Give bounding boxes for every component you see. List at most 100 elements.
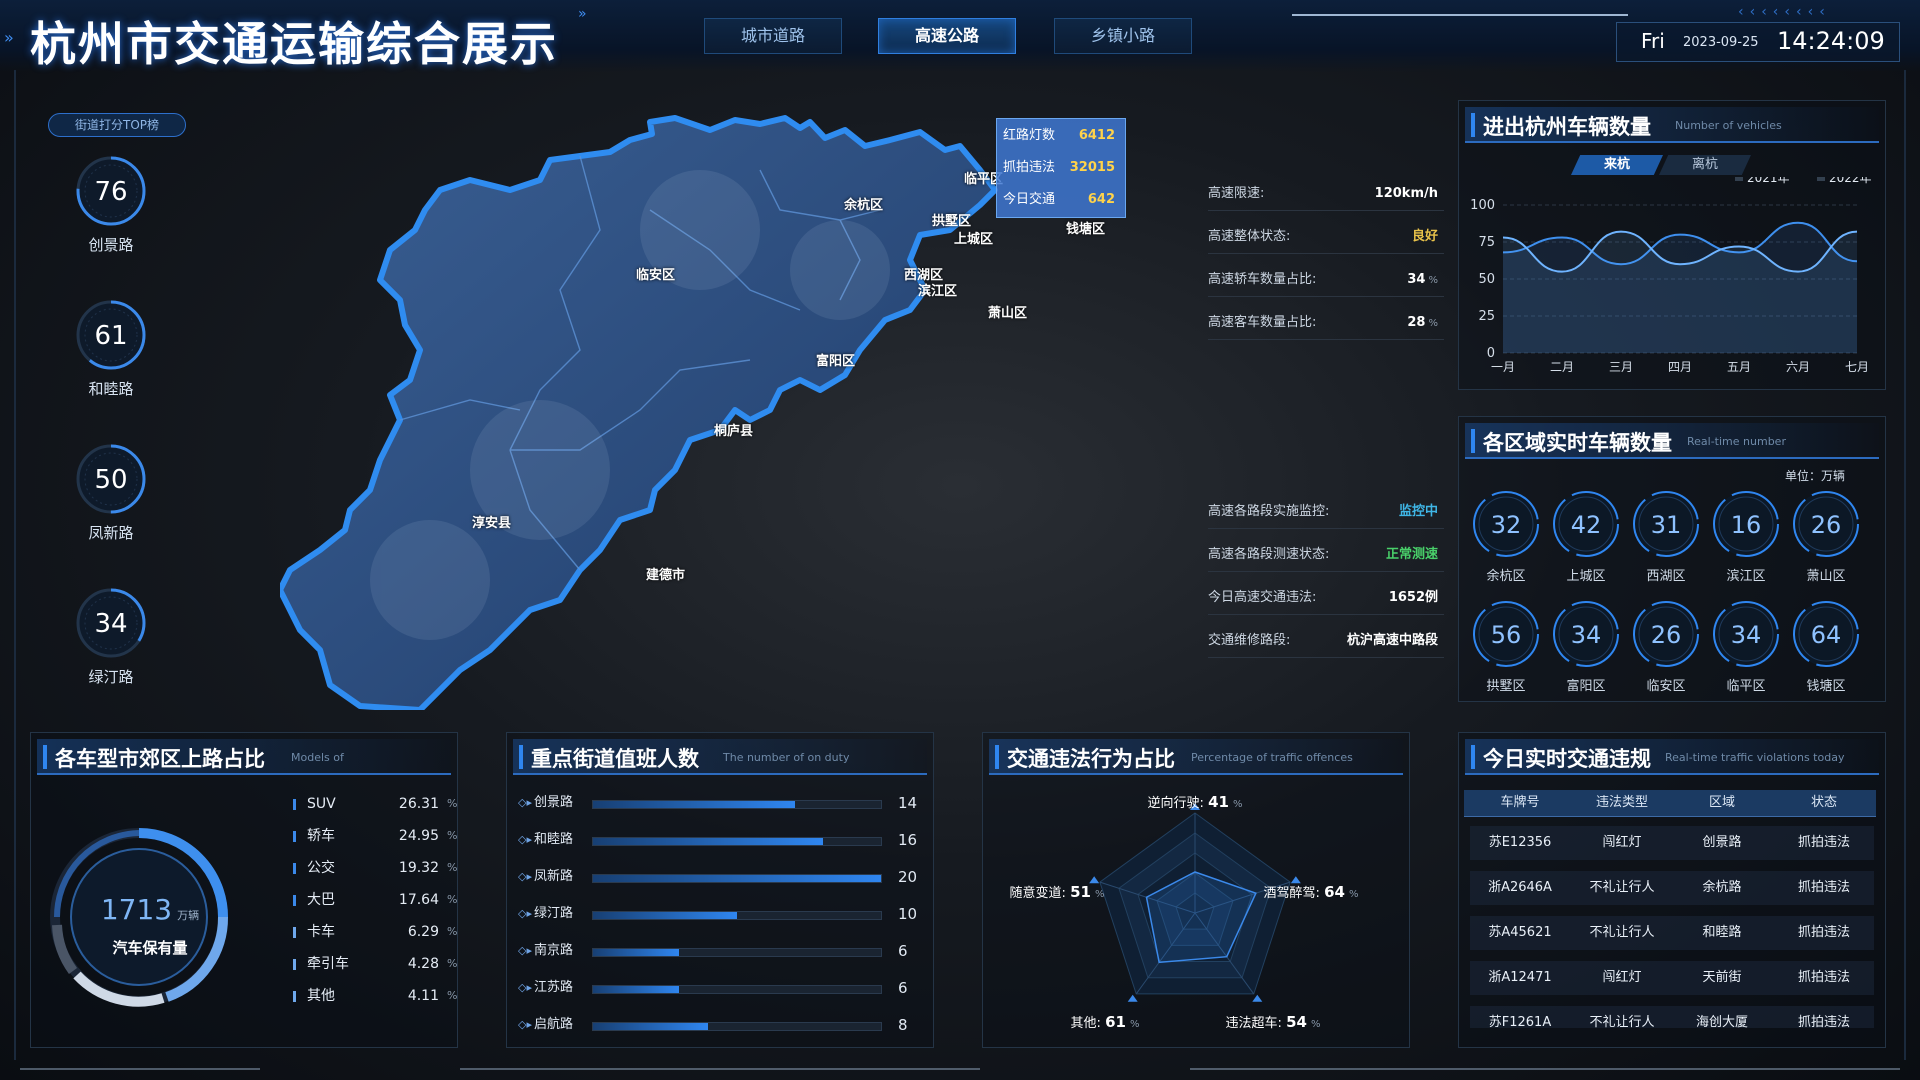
- region-item[interactable]: 16 滨江区: [1711, 489, 1781, 584]
- duty-bar-track: [592, 1022, 882, 1031]
- share-percent: 19.32: [398, 860, 439, 876]
- panel-subtitle: Real-time traffic violations today: [1665, 751, 1845, 764]
- share-percent: 6.29: [407, 924, 439, 940]
- info-value: 杭沪高速中路段: [1346, 633, 1438, 648]
- radar-tip-icon: [1127, 994, 1138, 1002]
- duty-value: 14: [898, 794, 918, 812]
- map-district-label[interactable]: 萧山区: [988, 302, 1027, 321]
- cell-area: 余杭路: [1702, 880, 1742, 895]
- panel-subtitle: Percentage of traffic offences: [1191, 751, 1353, 764]
- panel-title-bar: 重点街道值班人数 The number of on duty: [513, 739, 927, 775]
- share-unit: %: [447, 861, 458, 874]
- region-item[interactable]: 56 拱墅区: [1471, 599, 1541, 694]
- share-unit: %: [447, 989, 458, 1002]
- ranking-tag[interactable]: 街道打分TOP榜: [48, 113, 186, 137]
- ranking-item[interactable]: 34 绿汀路: [74, 586, 154, 687]
- info-label: 交通维修路段:: [1208, 633, 1291, 648]
- map-district-label[interactable]: 拱墅区: [932, 210, 971, 229]
- radar-tip-icon: [1290, 876, 1301, 884]
- title-accent: [995, 745, 999, 769]
- radar-label: 违法超车: 54%: [1226, 1013, 1321, 1031]
- region-item[interactable]: 34 富阳区: [1551, 599, 1621, 694]
- radar-label: 逆向行驶: 41%: [1148, 793, 1243, 811]
- datetime-box: Fri 2023-09-25 14:24:09: [1616, 22, 1900, 62]
- map-district-label[interactable]: 淳安县: [472, 512, 511, 531]
- share-unit: %: [447, 925, 458, 938]
- map-district-label[interactable]: 临安区: [636, 264, 675, 283]
- ranking-item[interactable]: 61 和睦路: [74, 298, 154, 399]
- region-value: 16: [1731, 511, 1762, 539]
- panel-subtitle: Real-time number: [1687, 435, 1786, 448]
- map-district-label[interactable]: 余杭区: [844, 194, 883, 213]
- map-district-label[interactable]: 建德市: [646, 564, 685, 583]
- duty-bar-track: [592, 948, 882, 957]
- tab-highway[interactable]: 高速公路: [878, 18, 1016, 54]
- share-row: 卡车 6.29%: [281, 917, 461, 947]
- table-row[interactable]: 苏F1261A 不礼让行人 海创大厦 抓拍违法: [1470, 1006, 1874, 1028]
- table-row[interactable]: 浙A2646A 不礼让行人 余杭路 抓拍违法: [1470, 871, 1874, 905]
- x-tick-label: 二月: [1550, 360, 1574, 374]
- panel-subtitle: The number of on duty: [723, 751, 850, 764]
- map-district-label[interactable]: 上城区: [954, 228, 993, 247]
- duty-bar-fill: [593, 986, 680, 993]
- panel-title: 交通违法行为占比: [1007, 747, 1175, 771]
- region-item[interactable]: 64 钱塘区: [1791, 599, 1861, 694]
- ranking-item[interactable]: 50 凤新路: [74, 442, 154, 543]
- y-tick-label: 100: [1470, 198, 1495, 213]
- share-marker: [293, 895, 296, 906]
- map-district-label[interactable]: 桐庐县: [714, 420, 753, 439]
- region-item[interactable]: 31 西湖区: [1631, 489, 1701, 584]
- ranking-item[interactable]: 76 创景路: [74, 154, 154, 255]
- region-value: 32: [1491, 511, 1522, 539]
- table-row[interactable]: 苏E12356 闯红灯 创景路 抓拍违法: [1470, 826, 1874, 860]
- region-item[interactable]: 26 萧山区: [1791, 489, 1861, 584]
- y-tick-label: 0: [1487, 346, 1495, 361]
- ranking-value: 34: [94, 609, 127, 639]
- panel-title-bar: 交通违法行为占比 Percentage of traffic offences: [989, 739, 1403, 775]
- cell-status: 抓拍违法: [1797, 835, 1850, 850]
- tooltip-row: 今日交通 642: [1003, 185, 1123, 215]
- tab-city-road[interactable]: 城市道路: [704, 18, 842, 54]
- share-marker: [293, 959, 296, 970]
- region-item[interactable]: 42 上城区: [1551, 489, 1621, 584]
- map-district-label[interactable]: 钱塘区: [1066, 218, 1105, 237]
- tooltip-value: 642: [1087, 192, 1115, 207]
- duty-bar-fill: [593, 1023, 709, 1030]
- panel-subtitle: Models of: [291, 751, 344, 764]
- cell-status: 抓拍违法: [1797, 970, 1850, 985]
- col-plate: 车牌号: [1500, 795, 1540, 810]
- arrow-icon: ◇▸: [518, 870, 532, 883]
- total-value: 1713 万辆: [95, 893, 205, 926]
- cell-plate: 苏F1261A: [1488, 1015, 1552, 1028]
- duty-street: 凤新路: [534, 869, 574, 884]
- share-marker: [293, 927, 296, 938]
- y-tick-label: 75: [1478, 235, 1495, 250]
- region-value: 42: [1571, 511, 1602, 539]
- duty-street: 和睦路: [534, 832, 574, 847]
- cell-status: 抓拍违法: [1797, 880, 1850, 895]
- table-row[interactable]: 苏A45621 不礼让行人 和睦路 抓拍违法: [1470, 916, 1874, 950]
- tab-rural-road[interactable]: 乡镇小路: [1054, 18, 1192, 54]
- region-item[interactable]: 32 余杭区: [1471, 489, 1541, 584]
- map-district-label[interactable]: 富阳区: [816, 350, 855, 369]
- toggle-come[interactable]: 来杭: [1571, 155, 1663, 175]
- duty-bar-fill: [593, 838, 824, 845]
- ranking-label: 凤新路: [88, 524, 134, 542]
- share-unit: %: [447, 829, 458, 842]
- title-accent: [1471, 113, 1475, 137]
- ranking-ring: 34: [76, 588, 146, 658]
- title-accent: [1471, 429, 1475, 453]
- cell-type: 不礼让行人: [1589, 925, 1655, 940]
- region-item[interactable]: 26 临安区: [1631, 599, 1701, 694]
- panel-title: 重点街道值班人数: [531, 747, 699, 771]
- tooltip-value: 32015: [1069, 160, 1115, 175]
- toggle-leave[interactable]: 离杭: [1659, 155, 1751, 175]
- total-unit: 万辆: [177, 909, 200, 922]
- map-district-label[interactable]: 滨江区: [918, 280, 957, 299]
- duty-bar-track: [592, 800, 882, 809]
- region-item[interactable]: 34 临平区: [1711, 599, 1781, 694]
- vehicles-line-chart: 0 25 50 75 100 一月 二月 三月 四月 五月 六月 七月 2021年 2022年: [1470, 177, 1872, 374]
- share-name: 其他: [307, 988, 335, 1004]
- date: 2023-09-25: [1683, 35, 1759, 50]
- table-row[interactable]: 浙A12471 闯红灯 天前街 抓拍违法: [1470, 961, 1874, 995]
